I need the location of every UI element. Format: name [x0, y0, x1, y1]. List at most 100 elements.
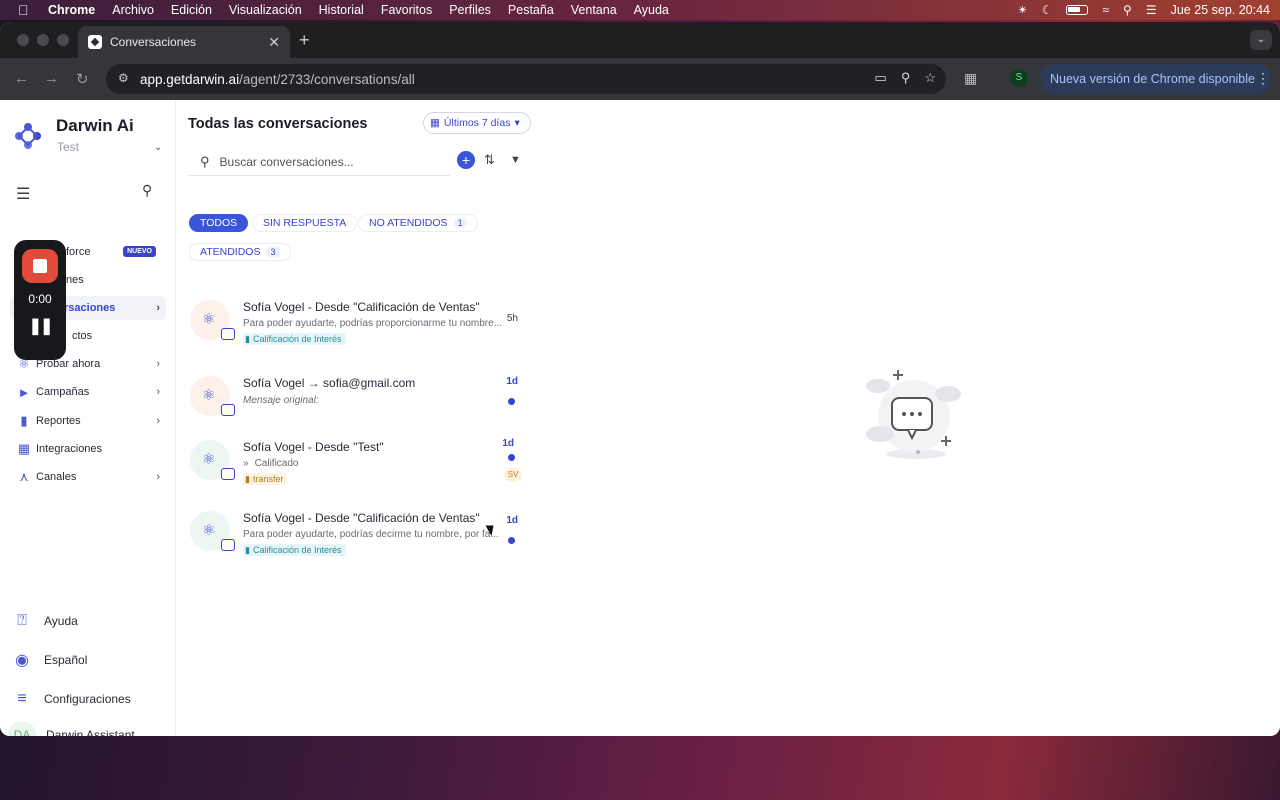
sidebar-item-canales[interactable]: ⋏ Canales › [10, 465, 166, 489]
chat-icon [221, 328, 235, 340]
pause-recording-button[interactable]: ❚❚ [14, 316, 66, 336]
workspace-name: Test [57, 140, 80, 154]
browser-tab-conversaciones[interactable]: Conversaciones ✕ [78, 26, 290, 58]
help-link[interactable]: ⍰ Ayuda [12, 612, 78, 630]
date-range-filter[interactable]: ▦ Últimos 7 días ▾ [423, 112, 531, 134]
menu-edicion[interactable]: Edición [171, 3, 212, 17]
menu-ayuda[interactable]: Ayuda [634, 3, 669, 17]
conversation-name: Sofía Vogel → sofia@gmail.com [243, 376, 416, 390]
conversation-status: » Calificado [243, 458, 505, 469]
conversation-item[interactable]: ⚛ Sofía Vogel → sofia@gmail.com Mensaje … [188, 374, 534, 438]
status-label: Calificado [254, 458, 299, 469]
menu-perfiles[interactable]: Perfiles [449, 3, 491, 17]
chevron-right-icon: › [156, 471, 160, 483]
moon-icon[interactable]: ☾ [1042, 3, 1053, 17]
screen-record-icon[interactable]: ✴ [1018, 3, 1028, 17]
avatar: ⚛ [190, 376, 235, 416]
menu-archivo[interactable]: Archivo [112, 3, 154, 17]
site-info-icon[interactable]: ⚙ [118, 71, 134, 87]
conversation-item[interactable]: ⚛ Sofía Vogel - Desde "Test" » Calificado… [188, 438, 534, 502]
tag-label: Calificación de Interés [252, 545, 342, 555]
close-tab-icon[interactable]: ✕ [268, 34, 280, 51]
conversation-time: 1d [506, 515, 518, 526]
new-conversation-button[interactable]: + [457, 151, 475, 169]
chrome-update-button[interactable]: Nueva versión de Chrome disponible [1040, 64, 1271, 94]
calendar-icon: ▦ [430, 117, 440, 129]
avatar: ⚛ [190, 440, 235, 480]
sidebar-item-campanas[interactable]: ► Campañas › [10, 380, 166, 404]
grid-icon: ▦ [17, 441, 31, 456]
sidebar-item-label: ctos [72, 330, 93, 342]
filter-no-atendidos[interactable]: NO ATENDIDOS 1 [358, 214, 478, 232]
conversation-item[interactable]: ⚛ Sofía Vogel - Desde "Calificación de V… [188, 509, 534, 573]
close-window-button[interactable] [17, 34, 29, 46]
tab-strip: Conversaciones ✕ + ⌄ [0, 22, 1280, 58]
assistant-label: Darwin Assistant [46, 728, 135, 736]
recording-timer: 0:00 [28, 292, 52, 306]
brand-name: Darwin Ai [56, 116, 134, 135]
filter-label: NO ATENDIDOS [369, 217, 448, 229]
chevron-right-icon: › [156, 302, 160, 314]
bar-chart-icon: ▮ [20, 413, 28, 428]
spotlight-icon[interactable]: ⚲ [1123, 3, 1132, 17]
filter-icon[interactable]: ▼ [510, 154, 521, 166]
sliders-icon: ≡ [17, 690, 27, 707]
forward-icon[interactable]: → [44, 70, 59, 87]
battery-icon[interactable] [1066, 5, 1089, 15]
new-tab-icon[interactable]: + [299, 30, 310, 51]
bookmark-star-icon[interactable]: ☆ [924, 70, 936, 86]
assistant-link[interactable]: DA Darwin Assistant [8, 721, 135, 736]
unread-dot [508, 537, 515, 544]
chat-icon [221, 404, 235, 416]
conversation-name: Sofía Vogel - Desde "Calificación de Ven… [243, 300, 480, 314]
zoom-window-button[interactable] [57, 34, 69, 46]
filter-label: ATENDIDOS [200, 246, 261, 258]
menubar-clock[interactable]: Jue 25 sep. 20:44 [1171, 3, 1270, 17]
language-selector[interactable]: ◉ Español [12, 650, 87, 670]
page-title: Todas las conversaciones [188, 116, 368, 132]
new-badge: NUEVO [123, 246, 156, 257]
menu-app[interactable]: Chrome [48, 3, 95, 17]
install-app-icon[interactable]: ▭ [875, 70, 887, 86]
profile-avatar[interactable]: S [1010, 69, 1028, 87]
reload-icon[interactable]: ↻ [76, 70, 89, 88]
stop-recording-button[interactable] [22, 249, 58, 283]
menu-favoritos[interactable]: Favoritos [381, 3, 432, 17]
tag-label: Calificación de Interés [252, 334, 342, 344]
chrome-menu-icon[interactable]: ⋮ [1256, 70, 1270, 87]
minimize-window-button[interactable] [37, 34, 49, 46]
date-range-label: Últimos 7 días [443, 117, 511, 129]
search-input[interactable] [219, 154, 430, 169]
conversation-time: 1d [502, 438, 514, 449]
settings-link[interactable]: ≡ Configuraciones [12, 690, 130, 708]
unread-dot [508, 454, 515, 461]
browser-window: Conversaciones ✕ + ⌄ ← → ↻ ⚙ app.getdarw… [0, 22, 1280, 736]
control-center-icon[interactable]: ☰ [1146, 3, 1157, 17]
sidebar-item-reportes[interactable]: ▮ Reportes › [10, 409, 166, 433]
back-icon[interactable]: ← [14, 70, 29, 87]
menu-historial[interactable]: Historial [319, 3, 364, 17]
menu-pestana[interactable]: Pestaña [508, 3, 554, 17]
filter-sin-respuesta[interactable]: SIN RESPUESTA [252, 214, 358, 232]
filter-atendidos[interactable]: ATENDIDOS 3 [189, 243, 291, 261]
apple-icon[interactable]:  [18, 3, 32, 17]
menu-icon[interactable]: ☰ [16, 184, 32, 204]
menu-visualizacion[interactable]: Visualización [229, 3, 302, 17]
tag-icon: ▮ [245, 544, 250, 555]
sort-icon[interactable]: ⇅ [484, 152, 495, 168]
tab-search-icon[interactable]: ⌄ [1250, 30, 1272, 50]
chevron-down-icon[interactable]: ⌄ [154, 142, 162, 153]
extensions-icon[interactable]: ▦ [964, 70, 977, 87]
zoom-icon[interactable]: ⚲ [901, 70, 911, 86]
avatar: ⚛ [190, 511, 235, 551]
assignee-badge: SV [504, 468, 522, 482]
filter-todos[interactable]: TODOS [189, 214, 249, 232]
sidebar-item-label: Canales [36, 471, 77, 483]
pin-icon[interactable]: ⚲ [142, 182, 152, 199]
brand[interactable]: Darwin Ai Test ⌄ [14, 116, 162, 154]
sidebar-item-integraciones[interactable]: ▦ Integraciones [10, 437, 166, 461]
address-bar[interactable]: ⚙ app.getdarwin.ai/agent/2733/conversati… [106, 64, 946, 94]
menu-ventana[interactable]: Ventana [571, 3, 617, 17]
conversation-item[interactable]: ⚛ Sofía Vogel - Desde "Calificación de V… [188, 298, 534, 362]
wifi-icon[interactable]: ≈ [1102, 3, 1109, 17]
